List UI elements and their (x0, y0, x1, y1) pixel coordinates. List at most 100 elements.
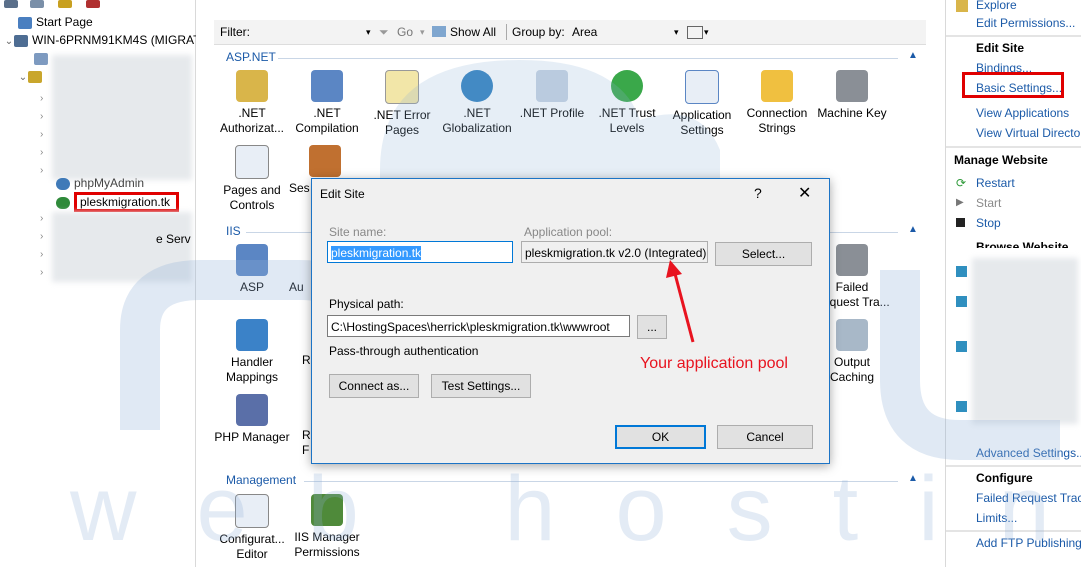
view-mode-icon[interactable] (687, 26, 703, 39)
net-globalization-icon (461, 70, 493, 102)
edit-permissions-link[interactable]: Edit Permissions... (976, 16, 1075, 31)
tree-phpmyadmin[interactable]: phpMyAdmin (56, 174, 144, 192)
machine-key-icon (836, 70, 868, 102)
blurred-site-list (52, 55, 192, 180)
restart-link[interactable]: Restart (976, 176, 1015, 191)
chevron-down-icon[interactable]: ▾ (674, 20, 679, 44)
collapse-management-icon[interactable]: ▲ (908, 473, 918, 484)
section-divider (278, 58, 898, 59)
stop-link[interactable]: Stop (976, 216, 1001, 231)
sites-folder-icon (28, 70, 42, 83)
basic-settings-link[interactable]: Basic Settings... (976, 81, 1062, 96)
close-icon[interactable]: ✕ (798, 183, 811, 203)
section-aspnet-header: ASP.NET (226, 50, 276, 64)
feature-net-compilation[interactable]: .NET Compilation (289, 70, 365, 136)
edit-site-header: Edit Site (976, 41, 1025, 55)
add-ftp-publishing-link[interactable]: Add FTP Publishing... (976, 536, 1081, 551)
globe-icon (56, 177, 70, 190)
feature-net-profile[interactable]: .NET Profile (514, 70, 590, 121)
configuration-editor-icon (235, 494, 269, 528)
feature-net-globalization[interactable]: .NET Globalization (439, 70, 515, 136)
connect-as-button[interactable]: Connect as... (329, 374, 419, 398)
funnel-icon: ⏷ (379, 25, 389, 39)
physical-path-field[interactable]: C:\HostingSpaces\herrick\pleskmigration.… (327, 315, 630, 337)
explore-link[interactable]: Explore (976, 0, 1017, 13)
feature-session-state[interactable]: Ses (289, 145, 341, 196)
view-applications-link[interactable]: View Applications (976, 106, 1069, 121)
feature-handler-mappings[interactable]: Handler Mappings (214, 319, 290, 385)
advanced-settings-link[interactable]: Advanced Settings... (976, 446, 1081, 461)
group-by-select[interactable]: Area (572, 20, 597, 44)
net-trust-levels-icon (611, 70, 643, 102)
handler-mappings-icon (236, 319, 268, 351)
passthrough-auth-label: Pass-through authentication (329, 344, 479, 358)
chevron-down-icon[interactable]: ⌄ (4, 33, 14, 51)
tree-server-node[interactable]: ⌄ WIN-6PRNM91KM4S (MIGRAT (4, 31, 201, 51)
test-settings-button[interactable]: Test Settings... (431, 374, 531, 398)
collapse-iis-icon[interactable]: ▲ (908, 224, 918, 235)
site-name-field[interactable]: pleskmigration.tk (327, 241, 513, 263)
manage-website-header: Manage Website (954, 153, 1048, 167)
connection-strings-icon (761, 70, 793, 102)
disconnect-icon[interactable] (86, 0, 100, 8)
output-caching-icon (836, 319, 868, 351)
pages-controls-icon (235, 145, 269, 179)
restart-icon: ⟳ (956, 176, 967, 190)
tree-collapsed-children: › › › › › (40, 93, 44, 176)
dialog-title: Edit Site (320, 187, 365, 201)
feature-php-manager[interactable]: PHP Manager (214, 394, 290, 445)
start-icon: ▶ (956, 197, 964, 208)
blurred-browse-links (972, 258, 1078, 424)
feature-net-trust-levels[interactable]: .NET Trust Levels (589, 70, 665, 136)
browse-icon (956, 296, 967, 307)
feature-asp[interactable]: ASP (214, 244, 290, 295)
group-by-label: Group by: (512, 25, 565, 39)
feature-machine-key[interactable]: Machine Key (814, 70, 890, 121)
browse-icon (956, 341, 967, 352)
tree-app-pools[interactable] (34, 49, 52, 67)
tree-selected-site[interactable]: pleskmigration.tk (56, 192, 180, 212)
show-all-button[interactable]: Show All (450, 20, 496, 44)
tree-partial-label: e Serv (156, 232, 191, 246)
cancel-button[interactable]: Cancel (717, 425, 813, 449)
failed-request-tracing-link[interactable]: Failed Request Tracin (976, 491, 1081, 506)
feature-connection-strings[interactable]: Connection Strings (739, 70, 815, 136)
tree-start-page[interactable]: Start Page (18, 13, 93, 31)
chevron-down-icon[interactable]: ▾ (704, 20, 709, 44)
chevron-down-icon[interactable]: ⌄ (18, 69, 28, 87)
filter-input[interactable] (254, 23, 372, 40)
feature-iis-manager-permissions[interactable]: IIS Manager Permissions (289, 494, 365, 560)
feature-net-error-pages[interactable]: .NET Error Pages (364, 70, 440, 138)
connect-icon[interactable] (58, 0, 72, 8)
go-button[interactable]: Go (397, 20, 413, 44)
ok-button[interactable]: OK (615, 425, 706, 449)
asp-icon (236, 244, 268, 276)
divider (946, 146, 1081, 148)
save-icon[interactable] (30, 0, 44, 8)
browse-icon (956, 266, 967, 277)
feature-application-settings[interactable]: Application Settings (664, 70, 740, 138)
limits-link[interactable]: Limits... (976, 511, 1017, 526)
selected-site-label: pleskmigration.tk (74, 192, 180, 212)
toolbar-back-icon[interactable] (4, 0, 18, 8)
collapse-aspnet-icon[interactable]: ▲ (908, 50, 918, 61)
chevron-down-icon[interactable]: ▾ (366, 20, 371, 44)
feature-configuration-editor[interactable]: Configurat... Editor (214, 494, 290, 562)
server-icon (14, 34, 28, 47)
feature-authentication[interactable]: Au (289, 244, 309, 295)
view-virtual-directories-link[interactable]: View Virtual Director (976, 126, 1081, 141)
tree-collapsed-children-2: › › › › (40, 213, 44, 278)
configure-header: Configure (976, 471, 1033, 485)
help-button[interactable]: ? (754, 185, 762, 201)
section-iis-header: IIS (226, 224, 241, 238)
feature-net-authorization[interactable]: .NET Authorizat... (214, 70, 290, 136)
filter-label: Filter: (220, 25, 250, 39)
connections-tree: Start Page ⌄ WIN-6PRNM91KM4S (MIGRAT ⌄ › ›… (0, 0, 200, 567)
session-state-icon (309, 145, 341, 177)
tree-sites-node[interactable]: ⌄ (18, 67, 46, 85)
select-app-pool-button[interactable]: Select... (715, 242, 812, 266)
chevron-down-icon[interactable]: ▾ (420, 20, 425, 44)
iis-manager-permissions-icon (311, 494, 343, 526)
feature-pages-controls[interactable]: Pages and Controls (214, 145, 290, 213)
section-management-header: Management (226, 473, 297, 487)
